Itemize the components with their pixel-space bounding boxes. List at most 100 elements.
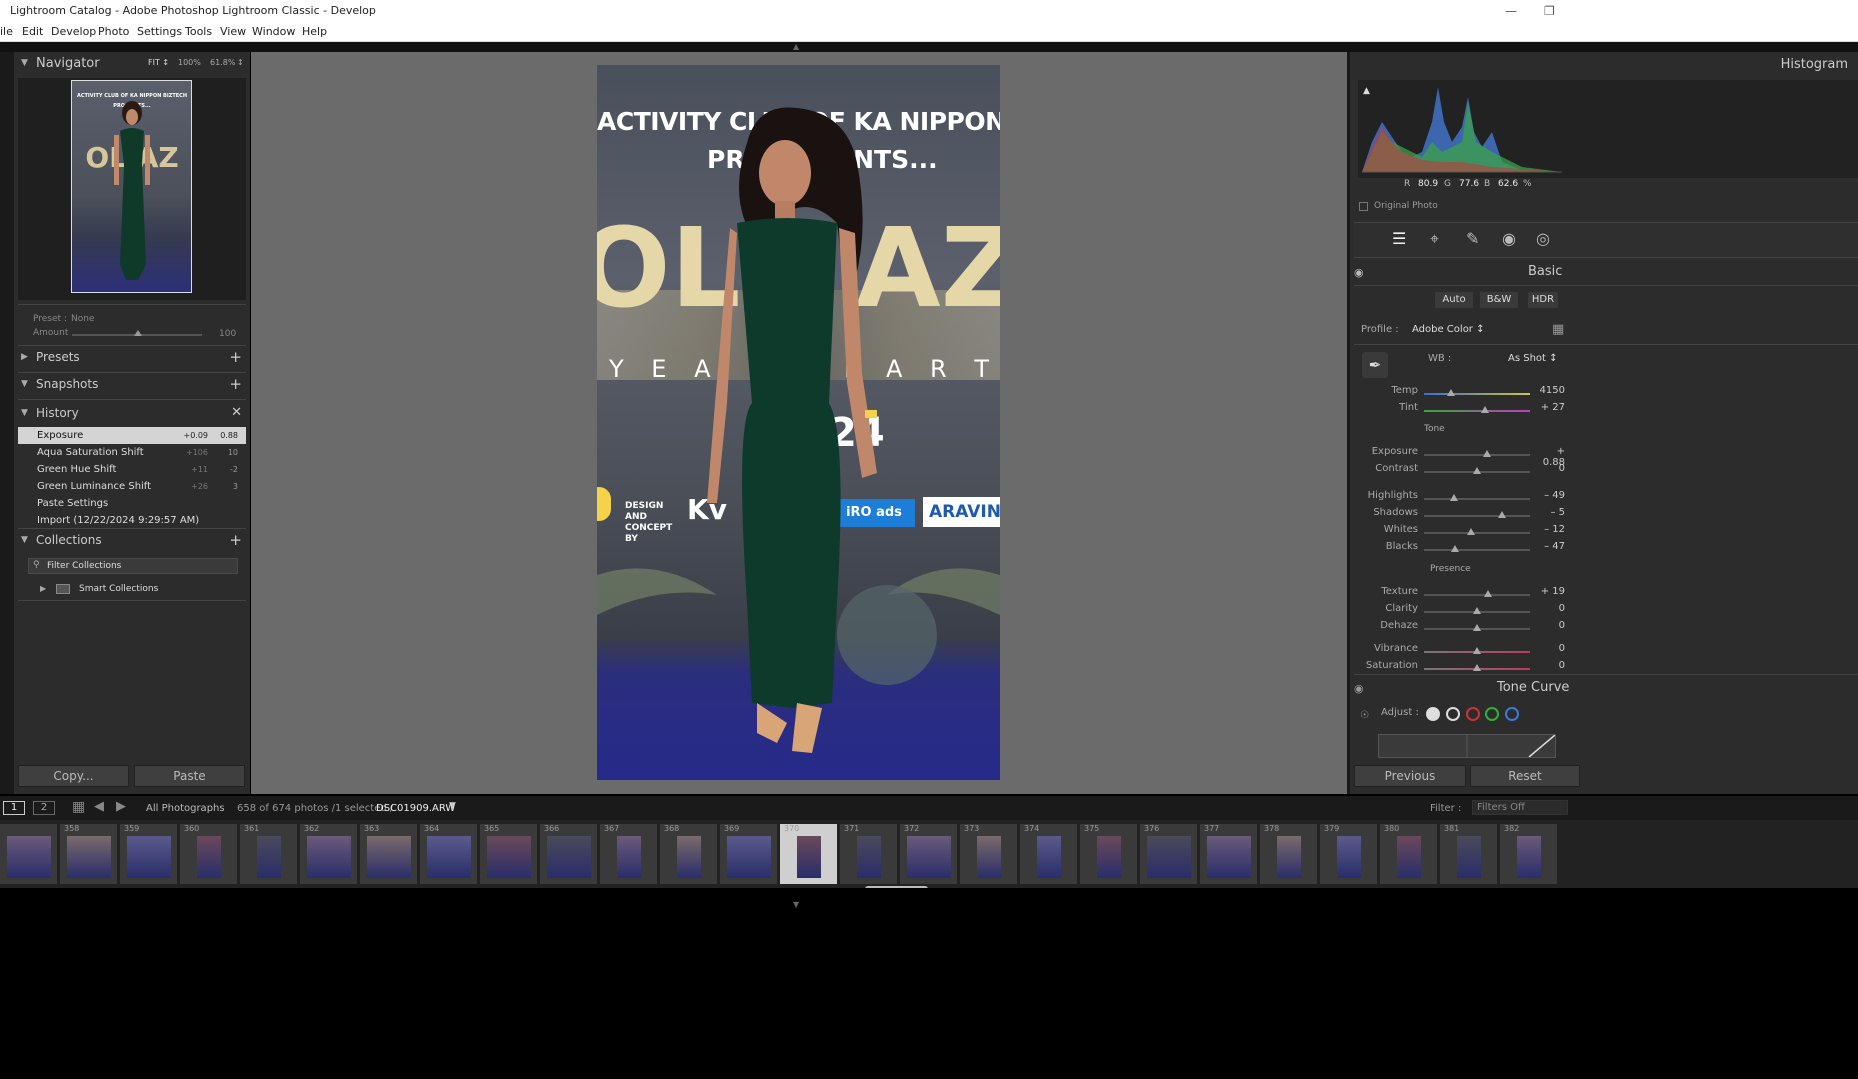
target-adjust-icon[interactable]: ☉ (1360, 710, 1369, 721)
green-channel-icon[interactable] (1485, 707, 1499, 721)
slider-clarity[interactable]: Clarity 0 (1350, 603, 1858, 620)
grid-view-icon[interactable]: ▦ (72, 799, 85, 815)
slider-value[interactable]: – 12 (1535, 524, 1565, 535)
profile-select[interactable]: Adobe Color ↕ (1412, 324, 1484, 335)
snapshots-header[interactable]: ▼ Snapshots + (14, 373, 250, 399)
zoom-100[interactable]: 100% (178, 58, 201, 67)
profile-browser-icon[interactable]: ▦ (1552, 322, 1564, 337)
history-item[interactable]: Aqua Saturation Shift +106 10 (18, 444, 246, 461)
slider-value[interactable]: + 27 (1535, 402, 1565, 413)
add-snapshot-icon[interactable]: + (229, 375, 242, 393)
collapse-triangle-icon[interactable]: ▼ (21, 379, 28, 389)
masking-icon[interactable]: ◎ (1536, 229, 1550, 248)
image-view[interactable]: ACTIVITY CLUB OF KA NIPPON BIZTECH PRO S… (251, 52, 1347, 794)
slider-thumb[interactable] (1473, 607, 1481, 614)
blue-channel-icon[interactable] (1505, 707, 1519, 721)
collection-filter-input[interactable]: ⚲ Filter Collections (28, 558, 238, 574)
slider-thumb[interactable] (1450, 545, 1459, 552)
menu-photo[interactable]: Photo (98, 22, 129, 42)
slider-thumb[interactable] (1482, 450, 1491, 457)
slider-value[interactable]: – 49 (1535, 490, 1565, 501)
menu-develop[interactable]: Develop (51, 22, 96, 42)
slider-value[interactable]: 0 (1535, 620, 1565, 631)
add-collection-icon[interactable]: + (229, 531, 242, 549)
slider-track[interactable] (1424, 393, 1530, 395)
slider-thumb[interactable] (1473, 664, 1481, 671)
collapse-triangle-icon[interactable]: ▼ (21, 58, 28, 68)
view-2-button[interactable]: 2 (33, 801, 55, 815)
slider-value[interactable]: 0 (1535, 603, 1565, 614)
slider-value[interactable]: – 47 (1535, 541, 1565, 552)
panel-eye-icon[interactable]: ◉ (1354, 682, 1364, 695)
filmstrip-thumbnail[interactable]: 370 (780, 824, 838, 884)
slider-track[interactable] (1424, 594, 1530, 596)
filmstrip-thumbnail[interactable]: 382 (1500, 824, 1558, 884)
menu-tools[interactable]: Tools (185, 22, 212, 42)
filmstrip-thumbnail[interactable]: 374 (1020, 824, 1078, 884)
history-item[interactable]: Exposure +0.09 0.88 (18, 427, 246, 444)
history-header[interactable]: ▼ History ✕ (14, 402, 250, 428)
slider-value[interactable]: 0 (1535, 643, 1565, 654)
slider-value[interactable]: 4150 (1535, 385, 1565, 396)
red-channel-icon[interactable] (1466, 707, 1480, 721)
filmstrip-thumbnail[interactable]: 378 (1260, 824, 1318, 884)
point-curve-white-icon[interactable] (1446, 707, 1460, 721)
slider-thumb[interactable] (1483, 590, 1492, 597)
filmstrip-thumbnail[interactable] (0, 824, 58, 884)
slider-contrast[interactable]: Contrast 0 (1350, 463, 1858, 480)
filmstrip-thumbnail[interactable]: 368 (660, 824, 718, 884)
history-item[interactable]: Paste Settings (18, 495, 246, 512)
collapse-triangle-icon[interactable]: ▼ (21, 535, 28, 545)
copy-button[interactable]: Copy... (18, 765, 129, 787)
expand-triangle-icon[interactable]: ▶ (21, 352, 28, 362)
slider-value[interactable]: + 19 (1535, 586, 1565, 597)
zoom-custom[interactable]: 61.8% (210, 58, 235, 67)
slider-dehaze[interactable]: Dehaze 0 (1350, 620, 1858, 637)
filmstrip-thumbnail[interactable]: 377 (1200, 824, 1258, 884)
zoom-fit[interactable]: FIT ↕ (148, 58, 169, 67)
hdr-button[interactable]: HDR (1528, 292, 1558, 308)
history-item[interactable]: Green Luminance Shift +26 3 (18, 478, 246, 495)
filmstrip-thumbnail[interactable]: 363 (360, 824, 418, 884)
slider-thumb[interactable] (1446, 389, 1455, 396)
slider-highlights[interactable]: Highlights – 49 (1350, 490, 1858, 507)
file-name[interactable]: DSC01909.ARW (376, 803, 455, 814)
filter-select[interactable]: Filters Off (1472, 800, 1568, 815)
slider-track[interactable] (1424, 532, 1530, 534)
filmstrip-thumbnail[interactable]: 364 (420, 824, 478, 884)
filmstrip-thumbnail[interactable]: 358 (60, 824, 118, 884)
forward-arrow-icon[interactable]: ▶ (116, 799, 126, 814)
parametric-curve-icon[interactable] (1426, 707, 1440, 721)
presets-header[interactable]: ▶ Presets + (14, 346, 250, 372)
slider-thumb[interactable] (1481, 406, 1490, 413)
navigator-header[interactable]: ▼ Navigator FIT ↕ 100% 61.8% ↕ (14, 52, 250, 78)
previous-button[interactable]: Previous (1354, 765, 1466, 787)
slider-tint[interactable]: Tint + 27 (1350, 402, 1858, 419)
menu-file[interactable]: ile (0, 22, 13, 42)
slider-thumb[interactable] (1498, 511, 1507, 518)
slider-exposure[interactable]: Exposure + 0.88 (1350, 446, 1858, 468)
filmstrip-thumbnail[interactable]: 367 (600, 824, 658, 884)
filmstrip[interactable]: 358 359 360 361 362 363 364 365 366 367 368 369 370 3… (0, 820, 1858, 888)
slider-temp[interactable]: Temp 4150 (1350, 385, 1858, 402)
expand-triangle-icon[interactable]: ▶ (40, 584, 46, 593)
wb-select[interactable]: As Shot ↕ (1508, 353, 1558, 364)
slider-track[interactable] (1424, 410, 1530, 412)
bw-button[interactable]: B&W (1480, 292, 1518, 308)
filmstrip-thumbnail[interactable]: 369 (720, 824, 778, 884)
slider-thumb[interactable] (1473, 624, 1481, 631)
source-label[interactable]: All Photographs (146, 803, 225, 814)
slider-track[interactable] (1424, 454, 1530, 456)
slider-blacks[interactable]: Blacks – 47 (1350, 541, 1858, 558)
filmstrip-thumbnail[interactable]: 381 (1440, 824, 1498, 884)
filmstrip-thumbnail[interactable]: 372 (900, 824, 958, 884)
chevron-down-icon[interactable]: ▼ (449, 801, 456, 811)
panel-eye-icon[interactable]: ◉ (1354, 266, 1364, 279)
slider-thumb[interactable] (1449, 494, 1458, 501)
crop-icon[interactable]: ⌖ (1430, 229, 1439, 249)
slider-track[interactable] (1424, 549, 1530, 551)
filmstrip-thumbnail[interactable]: 365 (480, 824, 538, 884)
navigator-thumbnail[interactable]: ACTIVITY CLUB OF KA NIPPON BIZTECH PRO S… (71, 80, 192, 293)
slider-thumb[interactable] (1473, 467, 1481, 474)
slider-texture[interactable]: Texture + 19 (1350, 586, 1858, 603)
